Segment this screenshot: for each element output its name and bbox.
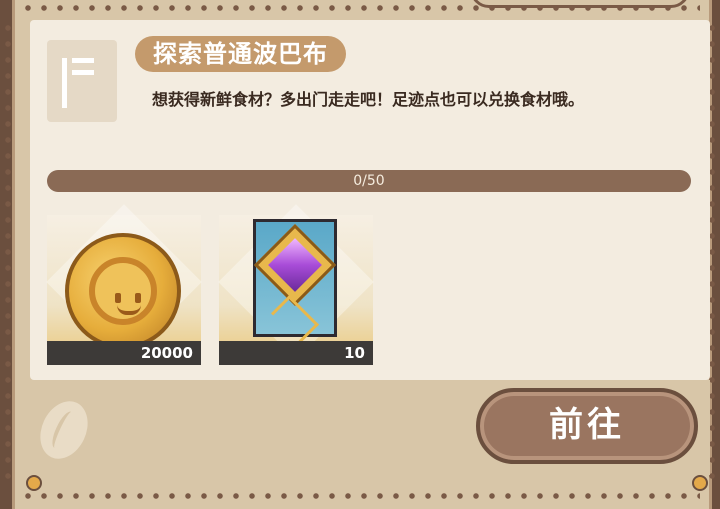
task-title: 探索普通波巴布 <box>135 36 346 72</box>
bottom-stitch-border <box>20 492 700 500</box>
left-stitch-border <box>4 20 12 489</box>
reward-item-coin[interactable]: 20000 <box>46 204 202 365</box>
task-description: 想获得新鲜食材？多出门走走吧！足迹点也可以兑换食材哦。 <box>152 90 585 109</box>
task-progress-bar: 0/50 <box>47 170 691 192</box>
progress-text: 0/50 <box>353 173 385 189</box>
reward-count: 20000 <box>47 341 201 365</box>
reward-item-gem-card[interactable]: 10 <box>218 204 374 365</box>
gem-card-icon <box>253 219 337 344</box>
action-bar: 前往 <box>30 380 710 475</box>
reward-count: 10 <box>219 341 373 365</box>
gold-coin-icon <box>65 233 181 349</box>
corner-stud <box>26 475 42 491</box>
go-button[interactable]: 前往 <box>476 388 698 464</box>
corner-stud <box>692 475 708 491</box>
task-card: 探索普通波巴布 想获得新鲜食材？多出门走走吧！足迹点也可以兑换食材哦。 0/50… <box>30 20 710 380</box>
panel-frame: 探索普通波巴布 想获得新鲜食材？多出门走走吧！足迹点也可以兑换食材哦。 0/50… <box>0 0 720 509</box>
previous-item-button-edge <box>470 0 690 8</box>
document-icon <box>47 40 117 122</box>
